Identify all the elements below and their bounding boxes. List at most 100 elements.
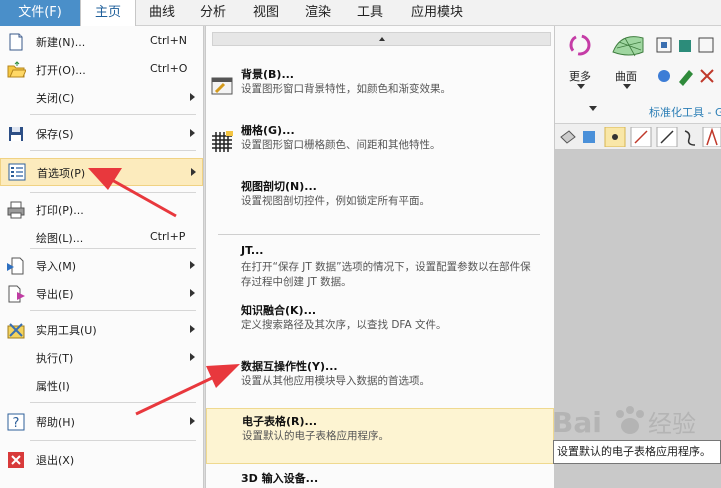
menu-item-label: 打印(P)... bbox=[36, 204, 84, 217]
printer-icon bbox=[7, 201, 25, 219]
chevron-down-icon[interactable] bbox=[577, 84, 585, 90]
tooltip: 设置默认的电子表格应用程序。 bbox=[553, 440, 721, 464]
menu-item-label: 导入(M) bbox=[36, 260, 77, 273]
menu-file[interactable]: 文件(F) bbox=[0, 0, 80, 26]
file-menu-import[interactable]: 导入(M) bbox=[0, 254, 203, 278]
background-icon bbox=[211, 77, 233, 95]
menu-item-label: 保存(S) bbox=[36, 128, 74, 141]
menu-item-label: 打开(O)... bbox=[36, 64, 86, 77]
exit-icon bbox=[8, 452, 24, 468]
new-file-icon bbox=[9, 33, 23, 51]
menu-item-label: 新建(N)... bbox=[36, 36, 86, 49]
file-menu: 新建(N)... Ctrl+N 打开(O)... Ctrl+O 关闭(C) 保存… bbox=[0, 26, 204, 488]
submenu-item-title: 知识融合(K)... bbox=[241, 304, 317, 317]
graphics-window[interactable] bbox=[555, 150, 721, 488]
menu-item-label: 属性(I) bbox=[36, 380, 70, 393]
submenu-item-title: 数据互操作性(Y)... bbox=[241, 360, 338, 373]
submenu-item-title: 视图剖切(N)... bbox=[241, 180, 317, 193]
submenu-arrow-icon bbox=[190, 353, 195, 361]
shortcut-label: Ctrl+N bbox=[150, 34, 188, 47]
import-icon bbox=[7, 257, 24, 275]
submenu-arrow-icon bbox=[190, 417, 195, 425]
file-menu-close[interactable]: 关闭(C) bbox=[0, 86, 203, 110]
standard-tools-icons[interactable] bbox=[655, 36, 721, 96]
submenu-arrow-icon bbox=[191, 168, 196, 176]
tab-analysis[interactable]: 分析 bbox=[190, 0, 236, 26]
submenu-item-desc: 设置默认的电子表格应用程序。 bbox=[242, 430, 389, 442]
file-menu-plot[interactable]: 绘图(L)... Ctrl+P bbox=[0, 226, 203, 250]
file-menu-properties[interactable]: 属性(I) bbox=[0, 374, 203, 398]
menu-divider bbox=[30, 440, 196, 441]
submenu-item-jt[interactable]: JT... 在打开“保存 JT 数据”选项的情况下，设置配置参数以在部件保存过程… bbox=[206, 240, 554, 292]
scroll-up-button[interactable] bbox=[212, 32, 551, 46]
tab-view[interactable]: 视图 bbox=[244, 0, 288, 26]
submenu-arrow-icon bbox=[190, 325, 195, 333]
surface-button[interactable]: 曲面 bbox=[615, 68, 637, 84]
file-menu-utilities[interactable]: 实用工具(U) bbox=[0, 318, 203, 342]
submenu-arrow-icon bbox=[190, 129, 195, 137]
file-menu-new[interactable]: 新建(N)... Ctrl+N bbox=[0, 30, 203, 54]
file-menu-execute[interactable]: 执行(T) bbox=[0, 346, 203, 370]
submenu-item-spreadsheet[interactable]: 电子表格(R)... 设置默认的电子表格应用程序。 bbox=[206, 408, 554, 464]
menu-item-label: 关闭(C) bbox=[36, 92, 75, 105]
menu-item-label: 导出(E) bbox=[36, 288, 74, 301]
tab-render[interactable]: 渲染 bbox=[296, 0, 340, 26]
submenu-item-knowledge-fusion[interactable]: 知识融合(K)... 定义搜索路径及其次序，以查找 DFA 文件。 bbox=[206, 298, 554, 334]
file-menu-exit[interactable]: 退出(X) bbox=[0, 448, 203, 472]
submenu-item-desc: 设置图形窗口背景特性，如颜色和渐变效果。 bbox=[241, 83, 451, 95]
menu-divider bbox=[30, 248, 196, 249]
preferences-list-icon bbox=[8, 163, 26, 181]
standard-tools-group-label: 标准化工具 - G bbox=[649, 106, 721, 119]
menu-divider bbox=[30, 150, 196, 151]
export-icon bbox=[8, 285, 25, 303]
menu-item-label: 执行(T) bbox=[36, 352, 74, 365]
menu-item-label: 绘图(L)... bbox=[36, 232, 84, 245]
submenu-item-desc: 定义搜索路径及其次序，以查找 DFA 文件。 bbox=[241, 319, 447, 331]
menu-item-label: 退出(X) bbox=[36, 454, 75, 467]
chevron-down-icon[interactable] bbox=[623, 84, 631, 90]
tab-curve[interactable]: 曲线 bbox=[140, 0, 184, 26]
tab-applications[interactable]: 应用模块 bbox=[400, 0, 474, 26]
submenu-item-desc: 设置视图剖切控件，例如锁定所有平面。 bbox=[241, 195, 430, 207]
menu-item-label: 首选项(P) bbox=[37, 167, 86, 180]
submenu-item-title: 3D 输入设备... bbox=[241, 472, 319, 485]
open-folder-icon bbox=[7, 61, 26, 78]
submenu-arrow-icon bbox=[190, 261, 195, 269]
submenu-item-desc: 设置从其他应用模块导入数据的首选项。 bbox=[241, 375, 430, 387]
submenu-item-3d-input[interactable]: 3D 输入设备... bbox=[206, 468, 554, 488]
tab-home[interactable]: 主页 bbox=[80, 0, 136, 27]
grid-icon bbox=[212, 131, 233, 152]
shortcut-label: Ctrl+O bbox=[150, 62, 188, 75]
file-menu-export[interactable]: 导出(E) bbox=[0, 282, 203, 306]
shortcut-label: Ctrl+P bbox=[150, 230, 186, 243]
scroll-up-icon bbox=[379, 37, 385, 41]
surface-icon bbox=[612, 36, 644, 57]
submenu-item-grid[interactable]: 栅格(G)... 设置图形窗口栅格颜色、间距和其他特性。 bbox=[206, 118, 554, 158]
save-icon bbox=[9, 127, 23, 141]
submenu-item-title: JT... bbox=[241, 244, 264, 257]
menu-divider bbox=[218, 234, 540, 235]
file-menu-preferences[interactable]: 首选项(P) bbox=[0, 158, 203, 186]
help-icon: ? bbox=[7, 413, 25, 431]
tab-tools[interactable]: 工具 bbox=[348, 0, 392, 26]
preferences-submenu: 背景(B)... 设置图形窗口背景特性，如颜色和渐变效果。 栅格(G)... 设… bbox=[205, 26, 555, 488]
menu-item-label: 帮助(H) bbox=[36, 416, 75, 429]
menu-divider bbox=[30, 192, 196, 193]
menu-item-label: 实用工具(U) bbox=[36, 324, 97, 337]
more-button[interactable]: 更多 bbox=[569, 68, 591, 84]
menu-bar: 文件(F) 主页 曲线 分析 视图 渲染 工具 应用模块 bbox=[0, 0, 721, 27]
submenu-item-title: 背景(B)... bbox=[241, 68, 294, 81]
file-menu-open[interactable]: 打开(O)... Ctrl+O bbox=[0, 58, 203, 82]
submenu-item-title: 栅格(G)... bbox=[241, 124, 295, 137]
submenu-item-background[interactable]: 背景(B)... 设置图形窗口背景特性，如颜色和渐变效果。 bbox=[206, 62, 554, 102]
file-menu-help[interactable]: ? 帮助(H) bbox=[0, 410, 203, 434]
menu-divider bbox=[30, 310, 196, 311]
chevron-down-icon[interactable] bbox=[589, 106, 597, 112]
selection-toolbar-icons[interactable] bbox=[557, 127, 721, 147]
utilities-icon bbox=[7, 323, 25, 339]
file-menu-save[interactable]: 保存(S) bbox=[0, 122, 203, 146]
svg-text:?: ? bbox=[13, 416, 20, 431]
submenu-item-view-section[interactable]: 视图剖切(N)... 设置视图剖切控件，例如锁定所有平面。 bbox=[206, 174, 554, 214]
submenu-item-data-interop[interactable]: 数据互操作性(Y)... 设置从其他应用模块导入数据的首选项。 bbox=[206, 354, 554, 390]
file-menu-print[interactable]: 打印(P)... bbox=[0, 198, 203, 222]
